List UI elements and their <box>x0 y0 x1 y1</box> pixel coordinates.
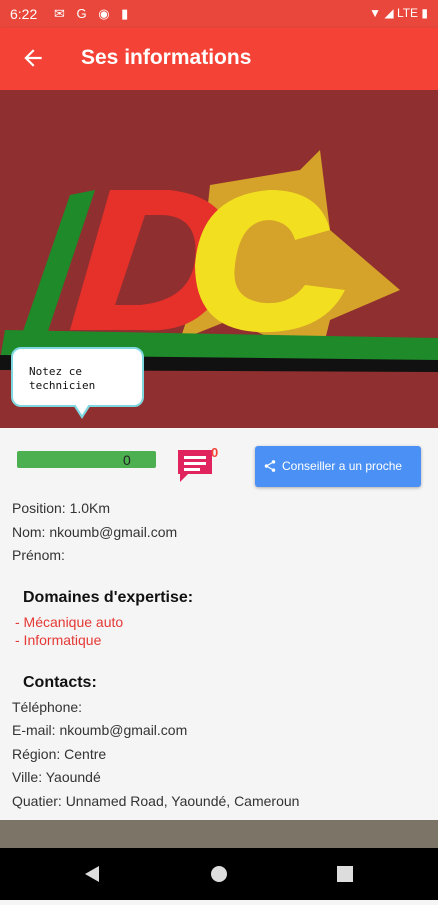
nav-home-icon[interactable] <box>211 866 227 882</box>
region-text: Région: Centre <box>12 746 107 762</box>
location-map[interactable] <box>0 820 438 848</box>
nav-buttons <box>85 866 353 882</box>
recommend-button-label: Conseiller a un proche <box>282 459 403 473</box>
nav-recents-icon[interactable] <box>337 866 353 882</box>
app-bar: Ses informations <box>0 28 438 90</box>
nav-back-icon[interactable] <box>85 866 99 882</box>
tooltip-text: Notez ce technicien <box>29 365 96 392</box>
signal-icons: ▼ ◢ LTE ▮ <box>369 6 428 20</box>
rate-technician-tooltip: Notez ce technicien <box>11 347 144 419</box>
network-type: LTE <box>396 6 419 20</box>
city-text: Ville: Yaoundé <box>12 769 101 785</box>
tooltip-tail-inner <box>75 404 89 415</box>
back-arrow-icon[interactable] <box>20 45 46 71</box>
name-text: Nom: nkoumb@gmail.com <box>12 524 178 540</box>
recommend-button[interactable]: Conseiller a un proche <box>255 446 421 487</box>
status-time: 6:22 <box>10 6 38 22</box>
expertise-item: - Mécanique auto <box>15 614 124 630</box>
email-text: E-mail: nkoumb@gmail.com <box>12 722 188 738</box>
status-bar: 6:22 ✉ G ◉ ▮ ▼ ◢ LTE ▮ <box>0 0 438 28</box>
contacts-heading: Contacts: <box>23 674 97 691</box>
chat-icon <box>178 450 212 482</box>
messages-button[interactable]: 0 <box>176 445 219 486</box>
rating-value: 0 <box>123 452 131 468</box>
expertise-item: - Informatique <box>15 632 102 648</box>
system-nav-bar <box>0 848 438 900</box>
firstname-text: Prénom: <box>12 547 65 563</box>
message-count-badge: 0 <box>211 445 219 460</box>
expertise-heading: Domaines d'expertise: <box>23 589 194 606</box>
rating-bar[interactable]: 0 <box>17 451 156 468</box>
district-text: Quatier: Unnamed Road, Yaoundé, Cameroun <box>12 793 300 809</box>
position-text: Position: 1.0Km <box>12 500 111 516</box>
page-title: Ses informations <box>81 46 252 69</box>
phone-text: Téléphone: <box>12 699 83 715</box>
share-icon <box>264 460 276 472</box>
notification-icons: ✉ G ◉ ▮ <box>54 6 133 21</box>
